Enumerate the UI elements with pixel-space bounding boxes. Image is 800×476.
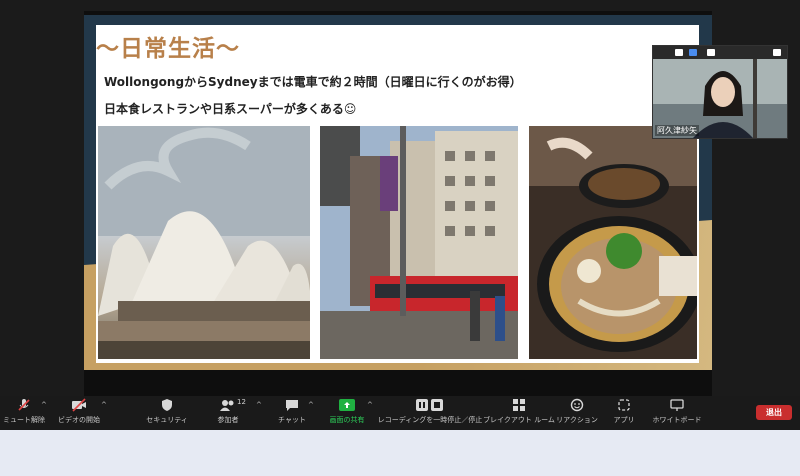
speaker-view-icon[interactable] xyxy=(689,49,697,56)
share-screen-label: 画面の共有 xyxy=(329,416,365,424)
chat-label: チャット xyxy=(278,416,306,424)
shield-icon xyxy=(158,398,176,412)
presentation-slide: 〜日常生活〜 WollongongからSydneyまでは電車で約２時間（日曜日に… xyxy=(84,15,712,370)
participants-count: 12 xyxy=(237,398,246,406)
whiteboard-label: ホワイトボード xyxy=(652,416,702,424)
mute-options-chevron-icon[interactable]: ^ xyxy=(41,401,47,409)
video-controls-bar xyxy=(653,46,787,59)
apps-button[interactable]: アプリ xyxy=(612,398,636,428)
whiteboard-icon xyxy=(668,398,686,412)
shared-screen: 〜日常生活〜 WollongongからSydneyまでは電車で約２時間（日曜日に… xyxy=(84,11,712,396)
slide-text-line-1: WollongongからSydneyまでは電車で約２時間（日曜日に行くのがお得） xyxy=(104,75,522,89)
chat-options-chevron-icon[interactable]: ^ xyxy=(308,401,314,409)
whiteboard-button[interactable]: ホワイトボード xyxy=(652,398,702,428)
security-button[interactable]: セキュリティ xyxy=(146,398,188,428)
apps-icon xyxy=(615,398,633,412)
participant-video[interactable]: 阿久津紗矢 xyxy=(652,45,788,139)
security-label: セキュリティ xyxy=(146,416,188,424)
apps-label: アプリ xyxy=(613,416,635,424)
meeting-area: 〜日常生活〜 WollongongからSydneyまでは電車で約２時間（日曜日に… xyxy=(0,0,800,396)
recording-label: レコーディングを一時停止／停止 xyxy=(377,416,483,424)
microphone-muted-icon xyxy=(15,398,33,412)
photo-sydney-street xyxy=(320,126,518,359)
start-video-button[interactable]: ビデオの開始 xyxy=(58,398,100,428)
leave-meeting-button[interactable]: 退出 xyxy=(756,405,792,420)
breakout-rooms-label: ブレイクアウト ルーム xyxy=(483,416,555,424)
breakout-grid-icon xyxy=(510,398,528,412)
slide-title: 〜日常生活〜 xyxy=(96,35,240,62)
meeting-toolbar: ミュート解除 ^ ビデオの開始 ^ セキュリティ 参加者 12 ^ チャット ^… xyxy=(0,396,800,430)
recording-controls[interactable]: レコーディングを一時停止／停止 xyxy=(377,398,483,428)
minimize-icon[interactable] xyxy=(675,49,683,56)
participants-label: 参加者 xyxy=(217,416,239,424)
photo-opera-house xyxy=(98,126,310,359)
window-icon[interactable] xyxy=(773,49,781,56)
desktop-background xyxy=(0,430,800,476)
reactions-label: リアクション xyxy=(556,416,598,424)
participants-options-chevron-icon[interactable]: ^ xyxy=(256,401,262,409)
chat-button[interactable]: チャット xyxy=(278,398,306,428)
chat-bubble-icon xyxy=(283,398,301,412)
share-screen-button[interactable]: 画面の共有 xyxy=(327,398,367,428)
gallery-view-icon[interactable] xyxy=(707,49,715,56)
photo-ramen xyxy=(529,126,697,359)
share-screen-icon xyxy=(338,398,356,412)
slide-text-line-2: 日本食レストランや日系スーパーが多くある☺ xyxy=(104,102,357,116)
mute-label: ミュート解除 xyxy=(3,416,45,424)
pause-stop-icon xyxy=(415,398,445,412)
reactions-button[interactable]: リアクション xyxy=(556,398,598,428)
smiley-plus-icon xyxy=(568,398,586,412)
participant-name: 阿久津紗矢 xyxy=(655,125,699,136)
video-options-chevron-icon[interactable]: ^ xyxy=(101,401,107,409)
share-options-chevron-icon[interactable]: ^ xyxy=(367,401,373,409)
mute-button[interactable]: ミュート解除 xyxy=(3,398,45,428)
video-off-icon xyxy=(70,398,88,412)
start-video-label: ビデオの開始 xyxy=(58,416,100,424)
breakout-rooms-button[interactable]: ブレイクアウト ルーム xyxy=(483,398,555,428)
